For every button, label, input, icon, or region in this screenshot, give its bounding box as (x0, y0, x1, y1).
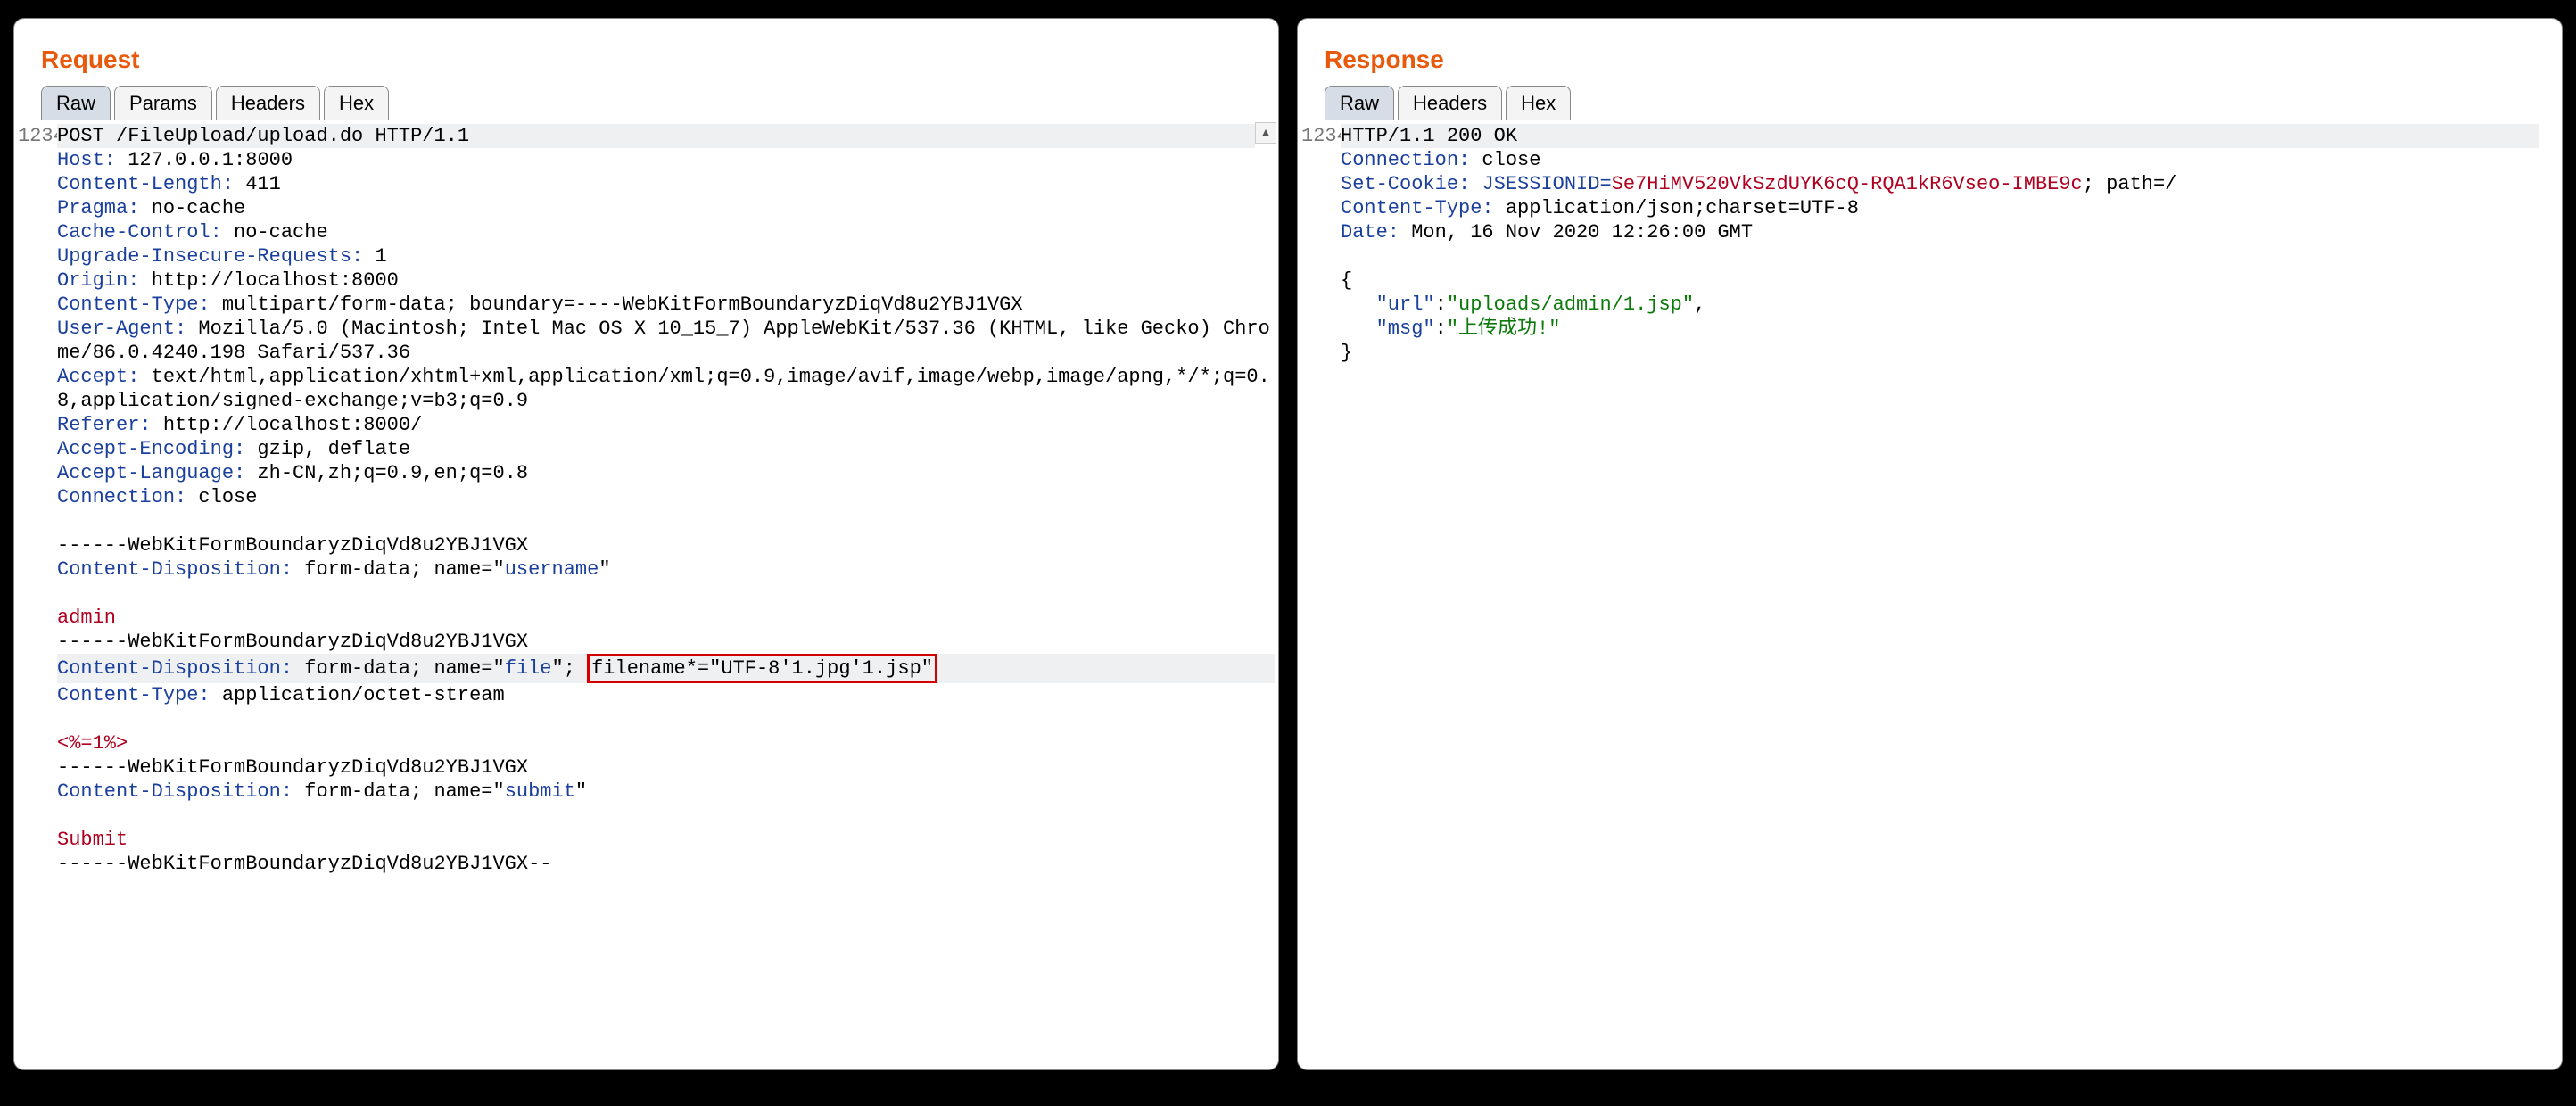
tab-headers[interactable]: Headers (216, 86, 320, 120)
response-panel: Response Raw Headers Hex 1234567 HTTP/1.… (1297, 18, 2563, 1070)
response-editor[interactable]: 1234567 HTTP/1.1 200 OKConnection: close… (1298, 120, 2562, 1069)
tab-headers[interactable]: Headers (1398, 86, 1502, 120)
request-code[interactable]: POST /FileUpload/upload.do HTTP/1.1Host:… (54, 120, 1278, 1069)
scroll-up-icon[interactable]: ▴ (1255, 122, 1276, 144)
request-editor[interactable]: ▴ 12345678910111213141516171819202122232… (14, 120, 1278, 1069)
response-tabs: Raw Headers Hex (1298, 85, 2562, 120)
request-gutter: 1234567891011121314151617181920212223242… (14, 120, 54, 1069)
request-tabs: Raw Params Headers Hex (14, 85, 1278, 120)
response-code[interactable]: HTTP/1.1 200 OKConnection: closeSet-Cook… (1337, 120, 2562, 1069)
request-panel: Request Raw Params Headers Hex ▴ 1234567… (13, 18, 1279, 1070)
tab-hex[interactable]: Hex (1506, 86, 1571, 120)
panels-container: Request Raw Params Headers Hex ▴ 1234567… (13, 18, 2563, 1070)
tab-params[interactable]: Params (114, 86, 212, 120)
tab-hex[interactable]: Hex (324, 86, 389, 120)
response-gutter: 1234567 (1298, 120, 1337, 1069)
response-title: Response (1298, 28, 2562, 85)
tab-raw[interactable]: Raw (41, 86, 111, 120)
tab-raw[interactable]: Raw (1325, 86, 1394, 120)
request-title: Request (14, 28, 1278, 85)
